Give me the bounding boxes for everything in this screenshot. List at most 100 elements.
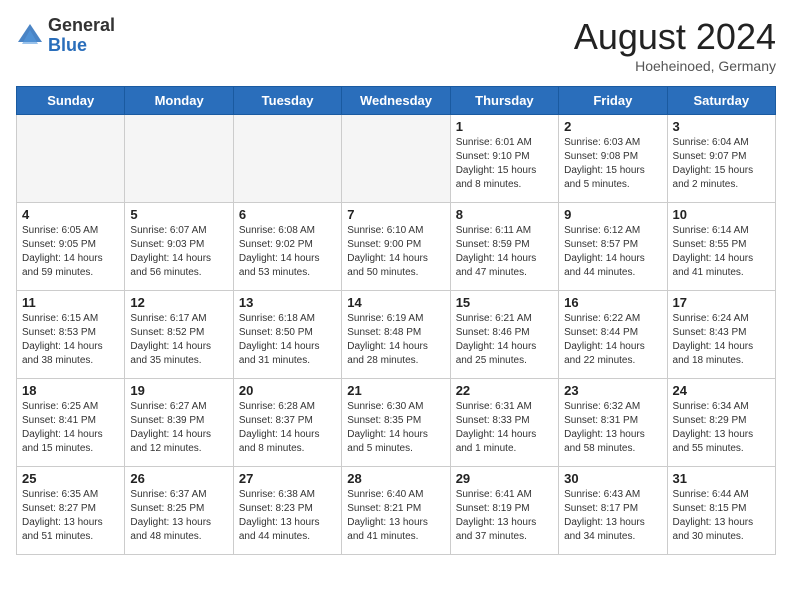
day-info: Sunrise: 6:41 AM Sunset: 8:19 PM Dayligh… [456, 488, 553, 544]
day-number: 25 [22, 471, 119, 486]
day-info: Sunrise: 6:04 AM Sunset: 9:07 PM Dayligh… [673, 136, 770, 192]
weekday-header-wednesday: Wednesday [342, 87, 450, 115]
day-number: 20 [239, 383, 336, 398]
day-info: Sunrise: 6:21 AM Sunset: 8:46 PM Dayligh… [456, 312, 553, 368]
day-number: 22 [456, 383, 553, 398]
calendar-cell: 4Sunrise: 6:05 AM Sunset: 9:05 PM Daylig… [17, 203, 125, 291]
day-number: 21 [347, 383, 444, 398]
day-number: 15 [456, 295, 553, 310]
day-number: 17 [673, 295, 770, 310]
day-info: Sunrise: 6:37 AM Sunset: 8:25 PM Dayligh… [130, 488, 227, 544]
day-number: 3 [673, 119, 770, 134]
calendar-cell: 8Sunrise: 6:11 AM Sunset: 8:59 PM Daylig… [450, 203, 558, 291]
day-info: Sunrise: 6:43 AM Sunset: 8:17 PM Dayligh… [564, 488, 661, 544]
day-info: Sunrise: 6:17 AM Sunset: 8:52 PM Dayligh… [130, 312, 227, 368]
logo-general: General [48, 15, 115, 35]
day-info: Sunrise: 6:19 AM Sunset: 8:48 PM Dayligh… [347, 312, 444, 368]
calendar-cell [342, 115, 450, 203]
day-info: Sunrise: 6:15 AM Sunset: 8:53 PM Dayligh… [22, 312, 119, 368]
day-number: 2 [564, 119, 661, 134]
page-header: General Blue August 2024 Hoeheinoed, Ger… [16, 16, 776, 74]
day-info: Sunrise: 6:34 AM Sunset: 8:29 PM Dayligh… [673, 400, 770, 456]
day-info: Sunrise: 6:25 AM Sunset: 8:41 PM Dayligh… [22, 400, 119, 456]
day-number: 31 [673, 471, 770, 486]
calendar-cell: 6 Sunrise: 6:08 AM Sunset: 9:02 PM Daylig… [233, 203, 341, 291]
day-number: 10 [673, 207, 770, 222]
day-number: 13 [239, 295, 336, 310]
calendar-cell [125, 115, 233, 203]
title-block: August 2024 Hoeheinoed, Germany [574, 16, 776, 74]
day-number: 18 [22, 383, 119, 398]
day-info: Sunrise: 6:30 AM Sunset: 8:35 PM Dayligh… [347, 400, 444, 456]
calendar-cell: 14 Sunrise: 6:19 AM Sunset: 8:48 PM Dayli… [342, 291, 450, 379]
day-info: Sunrise: 6:10 AM Sunset: 9:00 PM Dayligh… [347, 224, 444, 280]
day-number: 23 [564, 383, 661, 398]
day-info: Sunrise: 6:05 AM Sunset: 9:05 PM Dayligh… [22, 224, 119, 280]
calendar-cell: 13Sunrise: 6:18 AM Sunset: 8:50 PM Dayli… [233, 291, 341, 379]
calendar-body: 1 Sunrise: 6:01 AM Sunset: 9:10 PM Daylig… [17, 115, 776, 555]
calendar-cell: 28 Sunrise: 6:40 AM Sunset: 8:21 PM Dayli… [342, 467, 450, 555]
day-number: 26 [130, 471, 227, 486]
calendar-cell: 27 Sunrise: 6:38 AM Sunset: 8:23 PM Dayli… [233, 467, 341, 555]
day-info: Sunrise: 6:32 AM Sunset: 8:31 PM Dayligh… [564, 400, 661, 456]
day-number: 14 [347, 295, 444, 310]
calendar-cell: 17Sunrise: 6:24 AM Sunset: 8:43 PM Dayli… [667, 291, 775, 379]
weekday-header-sunday: Sunday [17, 87, 125, 115]
day-number: 28 [347, 471, 444, 486]
weekday-row: SundayMondayTuesdayWednesdayThursdayFrid… [17, 87, 776, 115]
day-number: 1 [456, 119, 553, 134]
logo: General Blue [16, 16, 115, 56]
day-info: Sunrise: 6:01 AM Sunset: 9:10 PM Dayligh… [456, 136, 553, 192]
day-info: Sunrise: 6:11 AM Sunset: 8:59 PM Dayligh… [456, 224, 553, 280]
day-number: 5 [130, 207, 227, 222]
calendar-week-4: 18 Sunrise: 6:25 AM Sunset: 8:41 PM Dayli… [17, 379, 776, 467]
weekday-header-monday: Monday [125, 87, 233, 115]
location: Hoeheinoed, Germany [574, 58, 776, 74]
weekday-header-thursday: Thursday [450, 87, 558, 115]
day-info: Sunrise: 6:44 AM Sunset: 8:15 PM Dayligh… [673, 488, 770, 544]
calendar-cell: 2 Sunrise: 6:03 AM Sunset: 9:08 PM Daylig… [559, 115, 667, 203]
day-number: 9 [564, 207, 661, 222]
calendar-cell: 5 Sunrise: 6:07 AM Sunset: 9:03 PM Daylig… [125, 203, 233, 291]
day-number: 29 [456, 471, 553, 486]
calendar-cell: 24Sunrise: 6:34 AM Sunset: 8:29 PM Dayli… [667, 379, 775, 467]
day-info: Sunrise: 6:03 AM Sunset: 9:08 PM Dayligh… [564, 136, 661, 192]
calendar-cell: 16 Sunrise: 6:22 AM Sunset: 8:44 PM Dayli… [559, 291, 667, 379]
day-number: 19 [130, 383, 227, 398]
calendar-cell: 12Sunrise: 6:17 AM Sunset: 8:52 PM Dayli… [125, 291, 233, 379]
weekday-header-saturday: Saturday [667, 87, 775, 115]
day-number: 7 [347, 207, 444, 222]
calendar-cell: 31 Sunrise: 6:44 AM Sunset: 8:15 PM Dayli… [667, 467, 775, 555]
calendar-cell: 15 Sunrise: 6:21 AM Sunset: 8:46 PM Dayli… [450, 291, 558, 379]
weekday-header-friday: Friday [559, 87, 667, 115]
logo-icon [16, 22, 44, 50]
day-info: Sunrise: 6:22 AM Sunset: 8:44 PM Dayligh… [564, 312, 661, 368]
calendar-cell: 30Sunrise: 6:43 AM Sunset: 8:17 PM Dayli… [559, 467, 667, 555]
calendar-cell: 3 Sunrise: 6:04 AM Sunset: 9:07 PM Daylig… [667, 115, 775, 203]
calendar-cell: 11Sunrise: 6:15 AM Sunset: 8:53 PM Dayli… [17, 291, 125, 379]
day-info: Sunrise: 6:40 AM Sunset: 8:21 PM Dayligh… [347, 488, 444, 544]
day-info: Sunrise: 6:31 AM Sunset: 8:33 PM Dayligh… [456, 400, 553, 456]
logo-blue: Blue [48, 35, 87, 55]
calendar-cell: 9 Sunrise: 6:12 AM Sunset: 8:57 PM Daylig… [559, 203, 667, 291]
calendar-cell: 23 Sunrise: 6:32 AM Sunset: 8:31 PM Dayli… [559, 379, 667, 467]
calendar-cell: 25Sunrise: 6:35 AM Sunset: 8:27 PM Dayli… [17, 467, 125, 555]
day-info: Sunrise: 6:28 AM Sunset: 8:37 PM Dayligh… [239, 400, 336, 456]
day-number: 27 [239, 471, 336, 486]
calendar-cell: 22 Sunrise: 6:31 AM Sunset: 8:33 PM Dayli… [450, 379, 558, 467]
day-number: 6 [239, 207, 336, 222]
day-info: Sunrise: 6:38 AM Sunset: 8:23 PM Dayligh… [239, 488, 336, 544]
day-number: 16 [564, 295, 661, 310]
calendar-cell: 19Sunrise: 6:27 AM Sunset: 8:39 PM Dayli… [125, 379, 233, 467]
day-info: Sunrise: 6:12 AM Sunset: 8:57 PM Dayligh… [564, 224, 661, 280]
calendar-week-5: 25Sunrise: 6:35 AM Sunset: 8:27 PM Dayli… [17, 467, 776, 555]
month-title: August 2024 [574, 16, 776, 58]
calendar-header: SundayMondayTuesdayWednesdayThursdayFrid… [17, 87, 776, 115]
calendar-cell: 18 Sunrise: 6:25 AM Sunset: 8:41 PM Dayli… [17, 379, 125, 467]
day-info: Sunrise: 6:07 AM Sunset: 9:03 PM Dayligh… [130, 224, 227, 280]
calendar-week-1: 1 Sunrise: 6:01 AM Sunset: 9:10 PM Daylig… [17, 115, 776, 203]
day-info: Sunrise: 6:14 AM Sunset: 8:55 PM Dayligh… [673, 224, 770, 280]
calendar-cell [233, 115, 341, 203]
day-info: Sunrise: 6:08 AM Sunset: 9:02 PM Dayligh… [239, 224, 336, 280]
calendar-cell: 20 Sunrise: 6:28 AM Sunset: 8:37 PM Dayli… [233, 379, 341, 467]
